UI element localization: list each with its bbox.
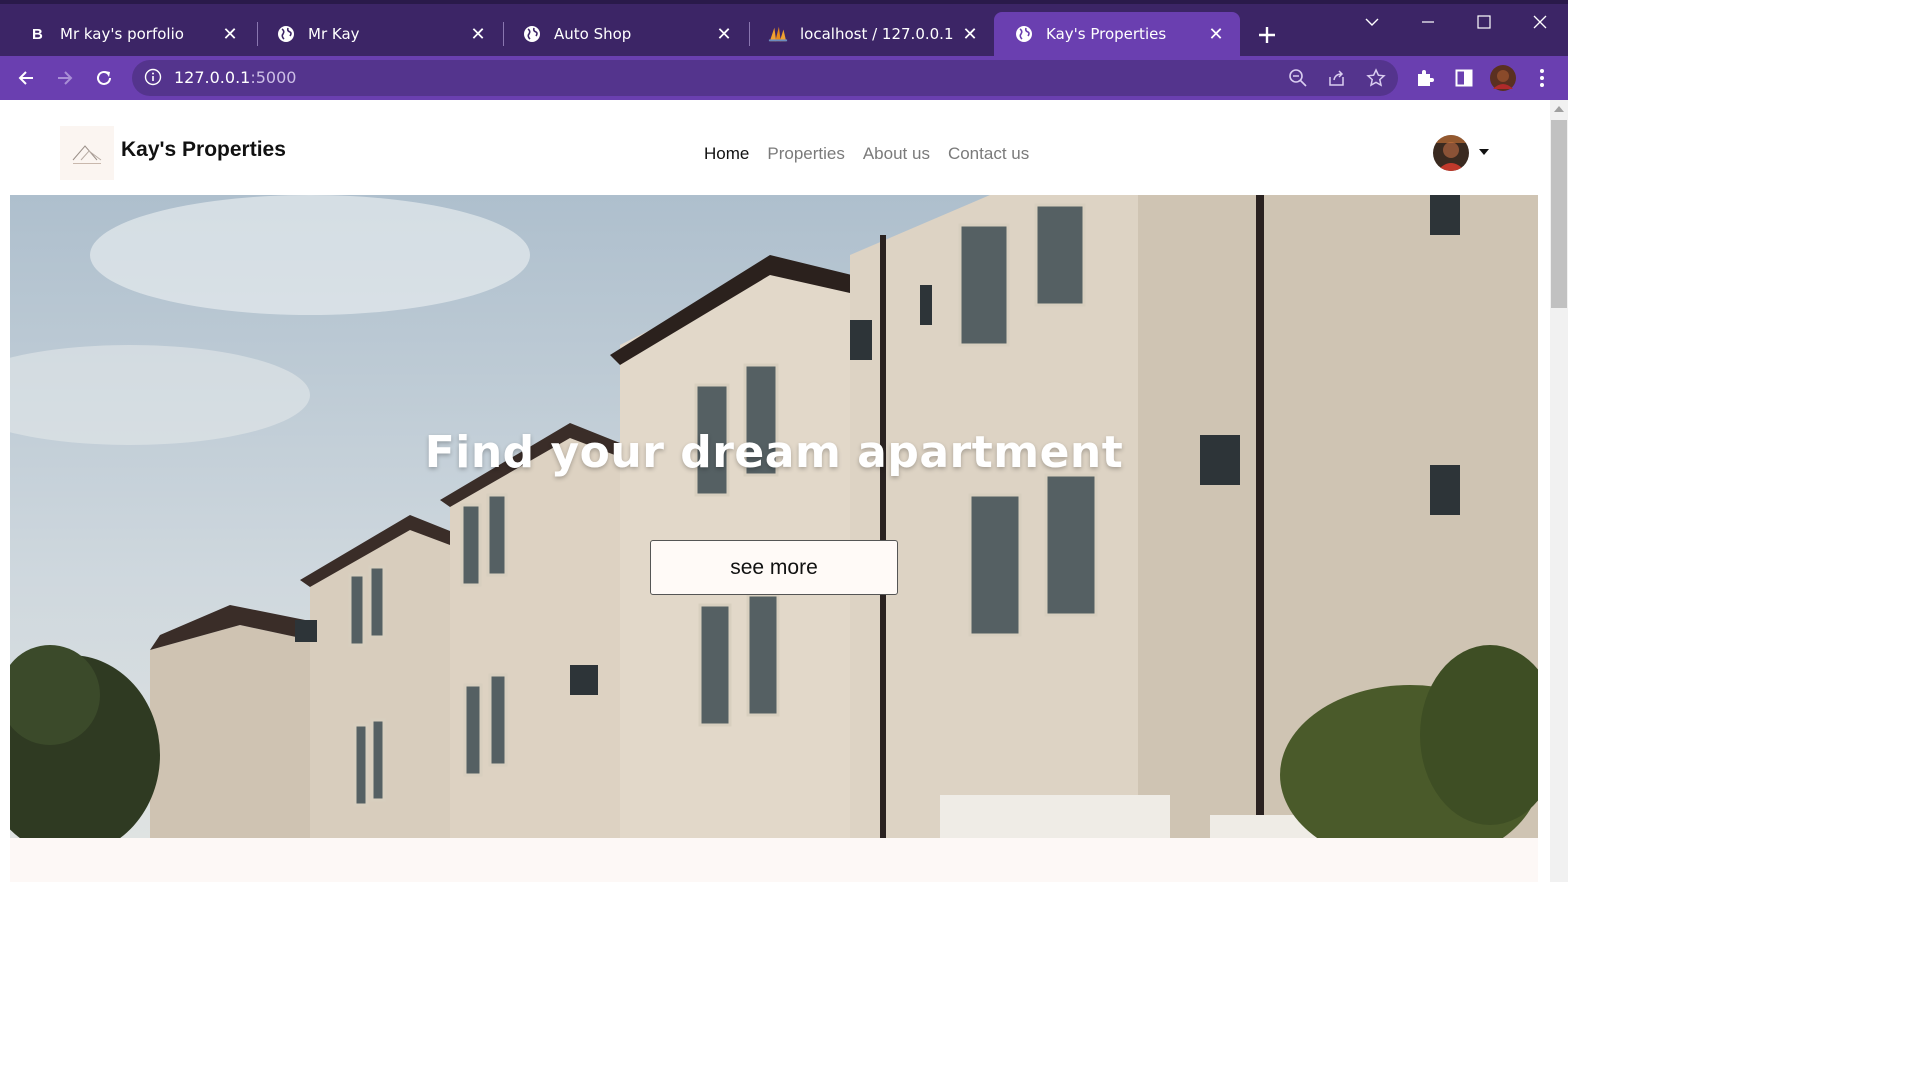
page-viewport: Kay's Properties Home Properties About u… [0, 100, 1550, 882]
reload-icon [97, 70, 111, 85]
share-icon[interactable] [1325, 66, 1349, 90]
svg-text:B: B [32, 26, 43, 43]
avatar [1490, 65, 1516, 91]
nav-link-home[interactable]: Home [704, 144, 749, 164]
main-nav: Home Properties About us Contact us [704, 144, 1029, 164]
browser-tab[interactable]: Auto Shop ✕ [502, 12, 748, 56]
kebab-menu-icon [1540, 69, 1544, 87]
forward-button[interactable] [49, 62, 81, 94]
tab-title: Mr Kay [308, 25, 360, 43]
site-info-icon[interactable] [144, 68, 164, 88]
close-icon[interactable]: ✕ [220, 24, 240, 45]
house-logo-icon [72, 145, 102, 164]
close-icon[interactable]: ✕ [714, 24, 734, 45]
scrollbar-thumb[interactable] [1551, 120, 1567, 308]
tab-search-button[interactable] [1352, 8, 1392, 36]
nav-link-properties[interactable]: Properties [767, 144, 844, 164]
plus-icon [1259, 27, 1275, 43]
close-icon[interactable]: ✕ [468, 24, 488, 45]
side-panel-icon [1455, 69, 1473, 87]
browser-tabstrip: B Mr kay's porfolio ✕ Mr Kay ✕ Auto Shop… [0, 0, 1568, 56]
browser-toolbar: 127.0.0.1:5000 [0, 56, 1568, 100]
tab-title: Kay's Properties [1046, 25, 1167, 43]
puzzle-icon [1418, 70, 1434, 86]
browser-tab-active[interactable]: Kay's Properties ✕ [994, 12, 1240, 56]
nav-link-contact[interactable]: Contact us [948, 144, 1029, 164]
nav-link-about[interactable]: About us [863, 144, 930, 164]
hero-title: Find your dream apartment [424, 427, 1124, 478]
url-host: 127.0.0.1 [174, 68, 251, 87]
tab-title: localhost / 127.0.0.1 / new [800, 25, 954, 43]
browser-tab[interactable]: Mr Kay ✕ [256, 12, 502, 56]
tabstrip-edge [0, 0, 1568, 4]
brand-logo[interactable] [60, 126, 114, 180]
hero-image [10, 195, 1538, 838]
globe-icon [1014, 24, 1034, 44]
page-scrollbar[interactable] [1550, 100, 1568, 882]
profile-button[interactable] [1489, 64, 1517, 92]
hero-section: Find your dream apartment see more [10, 195, 1538, 838]
close-icon[interactable]: ✕ [1206, 24, 1226, 45]
url-port: :5000 [250, 68, 297, 87]
chevron-down-icon [1365, 18, 1379, 26]
next-section [10, 838, 1538, 882]
brand-name[interactable]: Kay's Properties [121, 138, 286, 162]
zoom-icon[interactable] [1286, 66, 1310, 90]
user-avatar[interactable] [1433, 135, 1469, 171]
arrow-right-icon [58, 71, 73, 85]
back-button[interactable] [10, 62, 42, 94]
tab-title: Auto Shop [554, 25, 632, 43]
close-icon[interactable]: ✕ [960, 24, 980, 45]
globe-icon [276, 24, 296, 44]
arrow-left-icon [18, 71, 33, 85]
url-text: 127.0.0.1:5000 [174, 68, 296, 87]
minimize-button[interactable] [1408, 8, 1448, 36]
site-navbar: Kay's Properties Home Properties About u… [0, 100, 1550, 195]
maximize-button[interactable] [1464, 8, 1504, 36]
browser-tab[interactable]: localhost / 127.0.0.1 / new ✕ [748, 12, 994, 56]
close-window-button[interactable] [1520, 8, 1560, 36]
bootstrap-b-icon: B [28, 24, 48, 44]
globe-icon [522, 24, 542, 44]
maximize-icon [1477, 15, 1491, 29]
close-icon [1533, 15, 1547, 29]
new-tab-button[interactable] [1252, 20, 1282, 50]
tab-title: Mr kay's porfolio [60, 25, 184, 43]
address-bar[interactable]: 127.0.0.1:5000 [132, 60, 1398, 96]
see-more-button[interactable]: see more [650, 540, 898, 595]
minimize-icon [1422, 21, 1434, 23]
caret-down-icon[interactable] [1479, 149, 1489, 155]
browser-tab[interactable]: B Mr kay's porfolio ✕ [8, 12, 254, 56]
extensions-button[interactable] [1411, 64, 1439, 92]
scroll-up-icon[interactable] [1554, 106, 1564, 112]
phpmyadmin-icon [768, 24, 788, 44]
menu-button[interactable] [1528, 64, 1556, 92]
reload-button[interactable] [88, 62, 120, 94]
side-panel-button[interactable] [1450, 64, 1478, 92]
star-icon[interactable] [1364, 66, 1388, 90]
